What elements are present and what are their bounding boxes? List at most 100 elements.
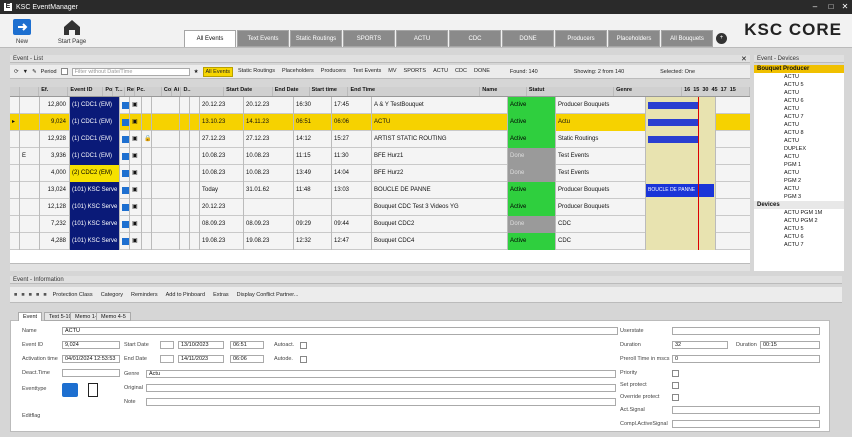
- minimize-icon[interactable]: –: [808, 0, 822, 14]
- row-selector[interactable]: [10, 147, 20, 165]
- filter-chip-text-events[interactable]: Text Events: [351, 67, 383, 77]
- edit-icon[interactable]: ■: [29, 292, 32, 298]
- device-item[interactable]: ACTU: [754, 121, 844, 129]
- userstate-field[interactable]: [672, 327, 820, 335]
- compl-signal-field[interactable]: [672, 420, 820, 428]
- device-item[interactable]: DUPLEX: [754, 145, 844, 153]
- close-icon[interactable]: ✕: [838, 0, 852, 14]
- row-selector[interactable]: [10, 232, 20, 250]
- table-row[interactable]: 12,128 (101) KSC Serve ▣ 20.12.23 Bouquet CD…: [10, 198, 750, 216]
- event-list-close-icon[interactable]: ✕: [741, 55, 747, 63]
- table-row[interactable]: 7,232 (101) KSC Serve ▣ 08.09.23 08.09.23 09:…: [10, 215, 750, 233]
- start-time-field[interactable]: 06:51: [230, 341, 264, 349]
- row-selector[interactable]: ▸: [10, 113, 20, 131]
- tab-static-routings[interactable]: Static Routings: [290, 30, 342, 47]
- tab-done[interactable]: DONE: [502, 30, 554, 47]
- table-row[interactable]: ▸ 9,024 (1) CDC1 (EM) ▣ 13.10.23 14.11.23 06:5…: [10, 113, 750, 131]
- new-button[interactable]: New: [8, 16, 36, 45]
- set-protect-checkbox[interactable]: [672, 382, 679, 389]
- note-field[interactable]: [146, 398, 616, 406]
- tab-producers[interactable]: Producers: [555, 30, 607, 47]
- table-row[interactable]: 12,800 (1) CDC1 (EM) ▣ 20.12.23 20.12.23 16:3…: [10, 96, 750, 114]
- priority-checkbox[interactable]: [672, 370, 679, 377]
- column-header-15[interactable]: Name: [480, 87, 527, 96]
- event-id-field[interactable]: 9,024: [62, 341, 120, 349]
- period-checkbox[interactable]: [60, 68, 68, 75]
- filter-icon[interactable]: ▼: [23, 69, 28, 75]
- document-icon[interactable]: [88, 383, 98, 397]
- device-item[interactable]: ACTU 5: [754, 81, 844, 89]
- device-item[interactable]: PGM 3: [754, 193, 844, 201]
- device-item[interactable]: ACTU: [754, 137, 844, 145]
- row-selector[interactable]: [10, 215, 20, 233]
- info-toolbar-2[interactable]: Reminders: [129, 291, 160, 299]
- horizontal-scrollbar[interactable]: [10, 263, 750, 271]
- act-signal-field[interactable]: [672, 406, 820, 414]
- add-tab-icon[interactable]: +: [716, 33, 727, 44]
- row-selector[interactable]: [10, 198, 20, 216]
- row-selector[interactable]: [10, 164, 20, 182]
- device-item[interactable]: ACTU: [754, 153, 844, 161]
- table-row[interactable]: 4,288 (101) KSC Serve ▣ 19.08.23 19.08.23 12:…: [10, 232, 750, 250]
- device-item[interactable]: ACTU 5: [754, 225, 844, 233]
- tab-sports[interactable]: SPORTS: [343, 30, 395, 47]
- device-item[interactable]: ACTU: [754, 185, 844, 193]
- undo-icon[interactable]: ■: [21, 292, 24, 298]
- column-header-0[interactable]: [10, 87, 20, 96]
- column-header-17[interactable]: Genre: [614, 87, 683, 96]
- device-item[interactable]: PGM 1: [754, 161, 844, 169]
- original-field[interactable]: [146, 384, 616, 392]
- name-field[interactable]: ACTU: [62, 327, 618, 335]
- start-date-field[interactable]: 13/10/2023: [178, 341, 224, 349]
- start-page-button[interactable]: Start Page: [55, 16, 89, 45]
- column-header-1[interactable]: [20, 87, 40, 96]
- tab-placeholders[interactable]: Placeholders: [608, 30, 660, 47]
- star-icon[interactable]: ★: [194, 69, 199, 75]
- autode-checkbox[interactable]: [300, 356, 307, 363]
- refresh-icon[interactable]: ⟳: [14, 69, 19, 75]
- preroll-field[interactable]: 0: [672, 355, 820, 363]
- device-group-bouquet[interactable]: Bouquet Producer: [754, 65, 844, 73]
- edit-icon[interactable]: ✎: [32, 69, 37, 75]
- device-item[interactable]: ACTU PGM 1M: [754, 209, 844, 217]
- info-toolbar-4[interactable]: Extras: [211, 291, 231, 299]
- genre-field[interactable]: Actu: [146, 370, 616, 378]
- start-date-toggle[interactable]: [160, 341, 174, 349]
- filter-chip-mv[interactable]: MV: [386, 67, 398, 77]
- row-selector[interactable]: [10, 181, 20, 199]
- column-header-2[interactable]: Ef.: [39, 87, 69, 96]
- duration-field[interactable]: 32: [672, 341, 728, 349]
- column-header-6[interactable]: Re...: [125, 87, 135, 96]
- tab-actu[interactable]: ACTU: [396, 30, 448, 47]
- eventtype-icon[interactable]: [62, 383, 78, 397]
- device-item[interactable]: ACTU 7: [754, 113, 844, 121]
- column-header-7[interactable]: Pc.: [135, 87, 162, 96]
- device-item[interactable]: ACTU: [754, 105, 844, 113]
- column-header-13[interactable]: Start time: [310, 87, 349, 96]
- filter-chip-cdc[interactable]: CDC: [453, 67, 469, 77]
- device-item[interactable]: PGM 2: [754, 177, 844, 185]
- table-row[interactable]: E 3,936 (1) CDC1 (EM) ▣ 10.08.23 10.08.23 11:1…: [10, 147, 750, 165]
- check-icon[interactable]: ■: [43, 292, 46, 298]
- filter-chip-actu[interactable]: ACTU: [431, 67, 450, 77]
- filter-chip-all-events[interactable]: All Events: [202, 66, 233, 77]
- table-row[interactable]: 4,000 (2) CDC2 (EM) ▣ 10.08.23 10.08.23 13:49…: [10, 164, 750, 182]
- save-icon[interactable]: ■: [14, 292, 17, 298]
- filter-input[interactable]: Filter without Date/Time: [71, 67, 190, 76]
- table-row[interactable]: 12,928 (1) CDC1 (EM) ▣ 🔒 27.12.23 27.12.23 14:…: [10, 130, 750, 148]
- device-item[interactable]: ACTU 7: [754, 241, 844, 249]
- info-toolbar-5[interactable]: Display Conflict Partner...: [235, 291, 301, 299]
- device-group-devices[interactable]: Devices: [754, 201, 844, 209]
- end-date-field[interactable]: 14/11/2023: [178, 355, 224, 363]
- filter-chip-static-routings[interactable]: Static Routings: [236, 67, 277, 77]
- filter-chip-sports[interactable]: SPORTS: [402, 67, 429, 77]
- device-item[interactable]: ACTU: [754, 73, 844, 81]
- override-protect-checkbox[interactable]: [672, 394, 679, 401]
- column-header-11[interactable]: Start Date: [224, 87, 273, 96]
- info-toolbar-0[interactable]: Protection Class: [51, 291, 95, 299]
- column-header-16[interactable]: Statut: [527, 87, 615, 96]
- device-item[interactable]: ACTU 6: [754, 97, 844, 105]
- filter-chip-producers[interactable]: Producers: [319, 67, 348, 77]
- autoact-checkbox[interactable]: [300, 342, 307, 349]
- tab-text-events[interactable]: Text Events: [237, 30, 289, 47]
